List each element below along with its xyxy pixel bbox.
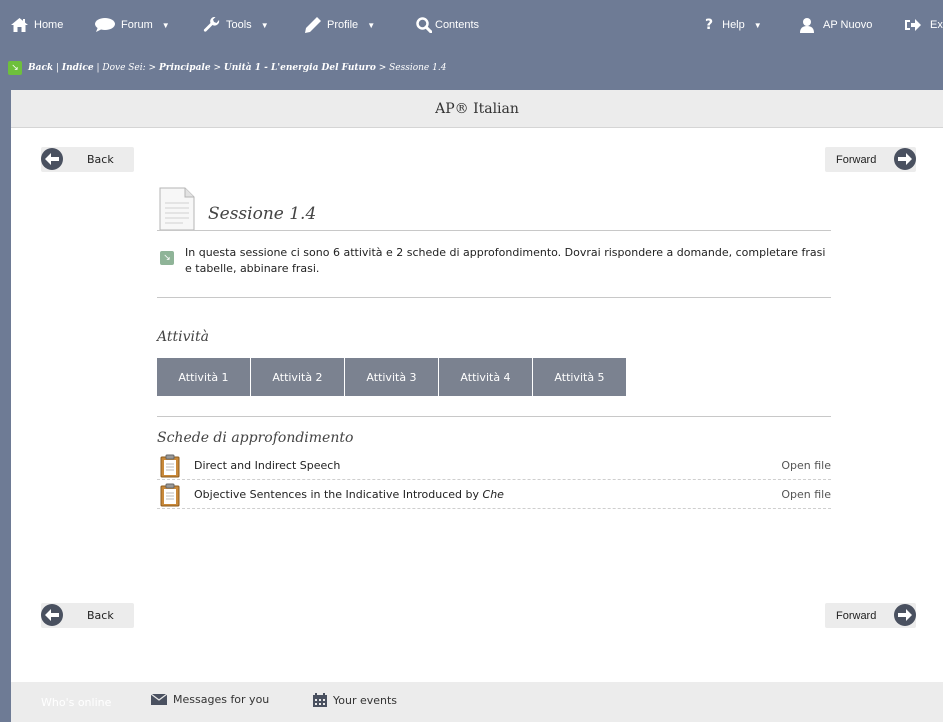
activity-4-button[interactable]: Attività 4 [439, 358, 532, 396]
question-icon: ? [705, 17, 714, 33]
arrow-icon: ↘ [160, 251, 174, 265]
sign-out-icon [905, 19, 921, 31]
breadcrumb-dove-sei: Dove Sei: > [102, 63, 159, 73]
breadcrumb-unita-link[interactable]: Unità 1 - L'energia Del Futuro [224, 63, 376, 73]
breadcrumb-indice-link[interactable]: Indice [62, 63, 94, 73]
chevron-down-icon: ▼ [753, 20, 762, 30]
open-file-link[interactable]: Open file [781, 488, 831, 501]
nav-tools[interactable]: Tools ▼ [203, 0, 269, 50]
arrow-left-icon [41, 148, 63, 170]
breadcrumb-principale-link[interactable]: Principale [159, 63, 211, 73]
session-title: Sessione 1.4 [208, 204, 317, 224]
activity-1-button[interactable]: Attività 1 [157, 358, 250, 396]
file-name-text: Direct and Indirect Speech [194, 459, 341, 472]
nav-exit-label: Ex [930, 19, 943, 31]
breadcrumb-arrow: > [210, 63, 224, 73]
nav-home[interactable]: Home [11, 0, 63, 50]
arrow-left-icon [41, 604, 63, 626]
divider [157, 416, 831, 417]
nav-forum-label: Forum [121, 19, 153, 31]
back-label: Back [87, 153, 114, 166]
content-frame: AP® Italian Back Forward Sessione 1.4 ↘ … [11, 90, 943, 682]
activity-5-button[interactable]: Attività 5 [533, 358, 626, 396]
nav-user-label: AP Nuovo [823, 19, 873, 31]
chevron-down-icon: ▼ [367, 20, 376, 30]
arrow-right-icon [894, 604, 916, 626]
breadcrumb-current: Sessione 1.4 [389, 63, 447, 73]
chevron-down-icon: ▼ [260, 20, 269, 30]
forward-label: Forward [836, 609, 877, 622]
page-title: AP® Italian [11, 90, 943, 128]
nav-forum[interactable]: Forum ▼ [95, 0, 170, 50]
nav-exit[interactable]: Ex [905, 0, 943, 50]
clipboard-icon [160, 454, 180, 478]
nav-home-label: Home [34, 19, 64, 31]
speech-bubble-icon [95, 18, 115, 32]
breadcrumb-separator: | [53, 63, 62, 73]
events-link[interactable]: Your events [313, 693, 397, 707]
breadcrumb: ↘ Back | Indice | Dove Sei: > Principale… [8, 61, 446, 75]
back-button-top[interactable]: Back [41, 147, 134, 172]
pencil-icon [305, 17, 321, 33]
nav-contents-label: Contents [435, 19, 480, 31]
divider [157, 297, 831, 298]
nav-user[interactable]: AP Nuovo [800, 0, 872, 50]
clipboard-icon [160, 483, 180, 507]
divider [157, 230, 831, 231]
activities-list: Attività 1 Attività 2 Attività 3 Attivit… [157, 358, 627, 396]
file-row: Objective Sentences in the Indicative In… [157, 480, 831, 509]
messages-link[interactable]: Messages for you [151, 693, 269, 706]
back-button-bottom[interactable]: Back [41, 603, 134, 628]
nav-profile-label: Profile [327, 19, 359, 31]
search-icon [416, 17, 432, 33]
arrow-icon: ↘ [8, 61, 22, 75]
footer-bar: Who's online Messages for you Your event… [11, 682, 943, 722]
chevron-down-icon: ▼ [161, 20, 170, 30]
file-name-emphasis: Che [482, 488, 504, 501]
top-navigation-bar: Home Forum ▼ Tools ▼ Profile ▼ Contents … [0, 0, 943, 50]
file-name: Direct and Indirect Speech [194, 459, 340, 472]
envelope-icon [151, 694, 167, 705]
wrench-icon [203, 17, 220, 32]
breadcrumb-back-link[interactable]: Back [28, 63, 53, 73]
whos-online-link[interactable]: Who's online [41, 696, 111, 709]
user-icon [800, 17, 814, 33]
messages-label: Messages for you [173, 693, 270, 706]
file-name: Objective Sentences in the Indicative In… [194, 488, 504, 501]
forward-button-bottom[interactable]: Forward [825, 603, 916, 628]
nav-help[interactable]: ? Help ▼ [705, 0, 762, 50]
nav-profile[interactable]: Profile ▼ [305, 0, 375, 50]
events-label: Your events [333, 693, 398, 707]
arrow-right-icon [894, 148, 916, 170]
schede-heading: Schede di approfondimento [157, 430, 354, 446]
breadcrumb-arrow: > [375, 63, 390, 73]
calendar-icon [313, 693, 327, 707]
session-intro: In questa sessione ci sono 6 attività e … [185, 246, 826, 275]
forward-label: Forward [836, 153, 877, 166]
breadcrumb-bar: ↘ Back | Indice | Dove Sei: > Principale… [0, 56, 943, 90]
file-name-text: Objective Sentences in the Indicative In… [194, 488, 483, 501]
nav-help-label: Help [722, 19, 745, 31]
activities-heading: Attività [157, 329, 209, 345]
open-file-link[interactable]: Open file [781, 459, 831, 472]
nav-tools-label: Tools [226, 19, 252, 31]
back-label: Back [87, 609, 114, 622]
activity-3-button[interactable]: Attività 3 [345, 358, 438, 396]
document-icon [159, 187, 195, 231]
nav-contents[interactable]: Contents [416, 0, 479, 50]
file-row: Direct and Indirect Speech Open file [157, 451, 831, 480]
activity-2-button[interactable]: Attività 2 [251, 358, 344, 396]
forward-button-top[interactable]: Forward [825, 147, 916, 172]
home-icon [11, 18, 28, 32]
